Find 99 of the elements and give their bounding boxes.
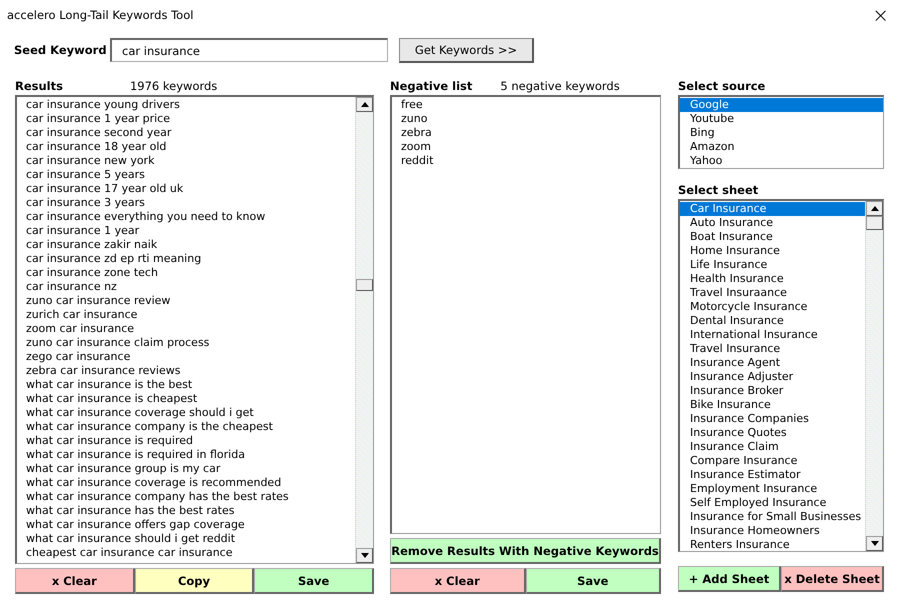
source-item[interactable]: Yahoo (680, 154, 883, 168)
sheet-item[interactable]: Insurance Estimator (680, 468, 865, 482)
seed-keyword-label: Seed Keyword (14, 43, 108, 57)
keyword-item[interactable]: car insurance zd ep rti meaning (17, 252, 355, 266)
keyword-item[interactable]: zego car insurance (17, 350, 355, 364)
select-sheet-heading: Select sheet (678, 183, 758, 197)
seed-keyword-field[interactable]: car insurance (110, 38, 388, 62)
negative-action-button[interactable]: x Clear (390, 568, 526, 594)
keyword-item[interactable]: cheapest car insurance car insurance (17, 546, 355, 560)
sheet-item[interactable]: Insurance Adjuster (680, 370, 865, 384)
results-action-button[interactable]: Copy (134, 568, 254, 594)
keyword-item[interactable]: car insurance 18 year old (17, 140, 355, 154)
keyword-item[interactable]: car insurance 1 year (17, 224, 355, 238)
keyword-item[interactable]: what car insurance is the best (17, 378, 355, 392)
keyword-item[interactable]: what car insurance is required (17, 434, 355, 448)
keyword-item[interactable]: car insurance 5 years (17, 168, 355, 182)
sheet-item[interactable]: Self Employed Insurance (680, 496, 865, 510)
sheet-item[interactable]: Insurance Quotes (680, 426, 865, 440)
negative-list[interactable]: free zuno zebra zoom reddit (390, 95, 661, 534)
negative-keyword-item[interactable]: zebra (392, 126, 660, 140)
scroll-thumb[interactable] (356, 279, 373, 291)
sheet-item[interactable]: Insurance for Small Businesses (680, 510, 865, 524)
sheet-item[interactable]: Renters Insurance (680, 538, 865, 551)
source-item[interactable]: Bing (680, 126, 883, 140)
negative-keyword-item[interactable]: zoom (392, 140, 660, 154)
negative-count: 5 negative keywords (500, 79, 620, 93)
sheet-item[interactable]: Bike Insurance (680, 398, 865, 412)
keyword-item[interactable]: car insurance zone tech (17, 266, 355, 280)
sheet-item[interactable]: Boat Insurance (680, 230, 865, 244)
sheet-item[interactable]: Compare Insurance (680, 454, 865, 468)
keyword-item[interactable]: what car insurance company is the cheapest (17, 420, 355, 434)
source-item[interactable]: Youtube (680, 112, 883, 126)
keyword-item[interactable]: car insurance second year (17, 126, 355, 140)
sheet-item[interactable]: Insurance Claim (680, 440, 865, 454)
results-action-button[interactable]: Save (254, 568, 374, 594)
sheet-item[interactable]: Insurance Broker (680, 384, 865, 398)
negative-list-heading: Negative list (390, 79, 472, 93)
negative-keyword-item[interactable]: zuno (392, 112, 660, 126)
get-keywords-button[interactable]: Get Keywords >> (399, 38, 534, 62)
select-source-heading: Select source (678, 79, 766, 93)
keyword-item[interactable]: zuno car insurance review (17, 294, 355, 308)
keyword-item[interactable]: what car insurance has the best rates (17, 504, 355, 518)
keyword-item[interactable]: what car insurance group is my car (17, 462, 355, 476)
scroll-up-icon[interactable] (866, 201, 883, 216)
sheet-item[interactable]: Motorcycle Insurance (680, 300, 865, 314)
keyword-item[interactable]: what car insurance should i get reddit (17, 532, 355, 546)
keyword-item[interactable]: zurich car insurance (17, 308, 355, 322)
sheet-item[interactable]: Auto Insurance (680, 216, 865, 230)
negative-keyword-item[interactable]: free (392, 98, 660, 112)
keyword-item[interactable]: car insurance young drivers (17, 98, 355, 112)
sheet-item[interactable]: Insurance Agent (680, 356, 865, 370)
sheet-item[interactable]: Travel Insuraance (680, 286, 865, 300)
sheet-item[interactable]: Travel Insurance (680, 342, 865, 356)
sheet-item[interactable]: International Insurance (680, 328, 865, 342)
sheet-action-button[interactable]: x Delete Sheet (781, 566, 884, 592)
negative-action-button[interactable]: Save (526, 568, 661, 594)
keyword-item[interactable]: car insurance everything you need to know (17, 210, 355, 224)
results-list[interactable] (15, 95, 374, 564)
keyword-item[interactable]: car insurance 1 year price (17, 112, 355, 126)
keyword-item[interactable]: zuno car insurance claim process (17, 336, 355, 350)
scroll-up-icon[interactable] (356, 97, 373, 112)
keyword-item[interactable]: zoom car insurance (17, 322, 355, 336)
sheet-item[interactable]: Car Insurance (680, 202, 865, 216)
sheet-item[interactable]: Life Insurance (680, 258, 865, 272)
negative-keyword-item[interactable]: reddit (392, 154, 660, 168)
keyword-item[interactable]: car insurance nz (17, 280, 355, 294)
scroll-down-icon[interactable] (356, 548, 373, 563)
results-action-button[interactable]: x Clear (15, 568, 135, 594)
keyword-item[interactable]: car insurance new york (17, 154, 355, 168)
keyword-item[interactable]: what car insurance coverage is recommended (17, 476, 355, 490)
sheet-item[interactable]: Insurance Companies (680, 412, 865, 426)
source-item[interactable]: Amazon (680, 140, 883, 154)
sheet-list[interactable] (678, 199, 884, 552)
sheet-item[interactable]: Insurance Homeowners (680, 524, 865, 538)
scroll-thumb[interactable] (866, 216, 883, 230)
keyword-item[interactable]: what car insurance coverage should i get (17, 406, 355, 420)
sheet-item[interactable]: Home Insurance (680, 244, 865, 258)
sheet-item[interactable]: Health Insurance (680, 272, 865, 286)
results-heading: Results (15, 79, 63, 93)
keyword-item[interactable]: what car insurance company has the best rates (17, 490, 355, 504)
sheet-action-button[interactable]: + Add Sheet (678, 566, 781, 592)
scrollbar[interactable] (355, 97, 373, 563)
keyword-item[interactable]: what car insurance is cheapest (17, 392, 355, 406)
scrollbar[interactable] (865, 201, 883, 551)
keyword-item[interactable]: what car insurance offers gap coverage (17, 518, 355, 532)
source-item[interactable]: Google (680, 98, 883, 112)
keyword-item[interactable]: car insurance 3 years (17, 196, 355, 210)
remove-results-button[interactable]: Remove Results With Negative Keywords (390, 538, 661, 564)
keyword-count: 1976 keywords (130, 79, 218, 93)
window-title: accelero Long-Tail Keywords Tool (7, 8, 194, 22)
scroll-down-icon[interactable] (866, 536, 883, 551)
keyword-item[interactable]: car insurance 17 year old uk (17, 182, 355, 196)
close-button[interactable]: × (868, 5, 893, 25)
keyword-item[interactable]: what car insurance is required in florida (17, 448, 355, 462)
sheet-item[interactable]: Dental Insurance (680, 314, 865, 328)
keyword-item[interactable]: car insurance zakir naik (17, 238, 355, 252)
source-list[interactable]: Google Youtube Bing Amazon Yahoo (678, 95, 884, 169)
keyword-item[interactable]: zebra car insurance reviews (17, 364, 355, 378)
sheet-item[interactable]: Employment Insurance (680, 482, 865, 496)
